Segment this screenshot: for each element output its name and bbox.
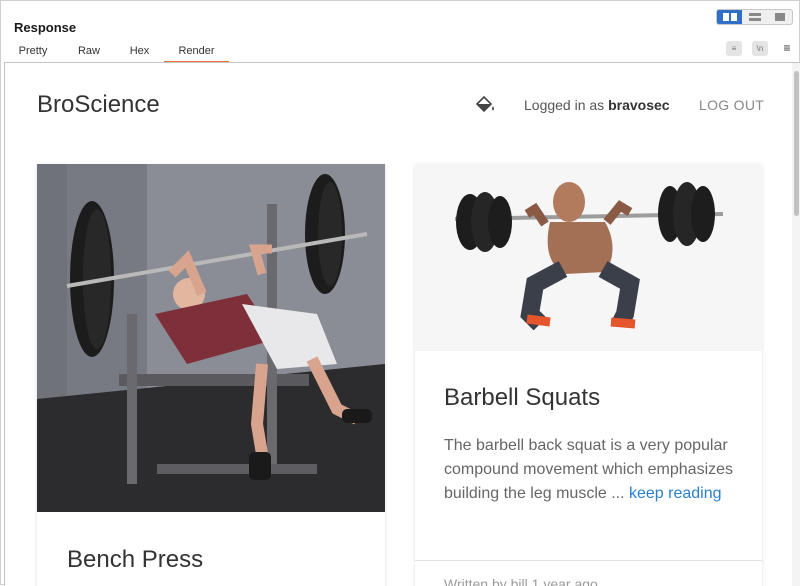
tab-hex[interactable]: Hex [123,43,156,63]
logged-in-prefix: Logged in as [524,97,605,113]
split-view-button[interactable] [717,10,742,24]
horizontal-view-button[interactable] [742,10,767,24]
tab-raw[interactable]: Raw [71,43,107,63]
wrap-lines-icon[interactable]: ≡ [726,41,742,56]
hamburger-menu-icon[interactable]: ≡ [780,41,794,56]
tab-render[interactable]: Render [164,43,229,63]
barbell-squat-photo [415,164,762,351]
logout-link[interactable]: LOG OUT [699,97,764,113]
post-card-barbell-squats: Barbell Squats The barbell back squat is… [415,164,762,586]
view-layout-toggle[interactable] [716,9,793,25]
rows-icon [748,13,761,21]
post-title[interactable]: Barbell Squats [444,384,600,412]
rendered-page: BroScience Logged in as bravosec LOG OUT [4,62,800,586]
response-tabs: Pretty Raw Hex Render [1,43,800,63]
post-excerpt: The barbell back squat is a very popular… [444,434,744,506]
bench-press-photo [37,164,385,512]
post-card-bench-press: Bench Press [37,164,385,586]
vertical-scrollbar[interactable] [792,63,800,586]
keep-reading-link[interactable]: keep reading [629,485,722,502]
columns-icon [722,13,737,21]
post-title[interactable]: Bench Press [67,546,203,574]
panel-title: Response [14,20,77,35]
paint-bucket-icon[interactable] [474,94,496,114]
card-divider [415,560,762,561]
single-view-button[interactable] [767,10,792,24]
response-panel: Response Pretty Raw Hex Render ≡ \n ≡ Br… [0,0,800,586]
single-pane-icon [774,13,785,21]
bench-press-image[interactable] [37,164,385,512]
logged-in-status: Logged in as bravosec [524,97,670,113]
site-brand[interactable]: BroScience [37,91,160,119]
barbell-squat-image[interactable] [415,164,762,351]
scrollbar-thumb[interactable] [794,71,799,216]
username: bravosec [608,97,670,113]
tab-pretty[interactable]: Pretty [13,43,53,63]
newline-icon[interactable]: \n [752,41,768,56]
